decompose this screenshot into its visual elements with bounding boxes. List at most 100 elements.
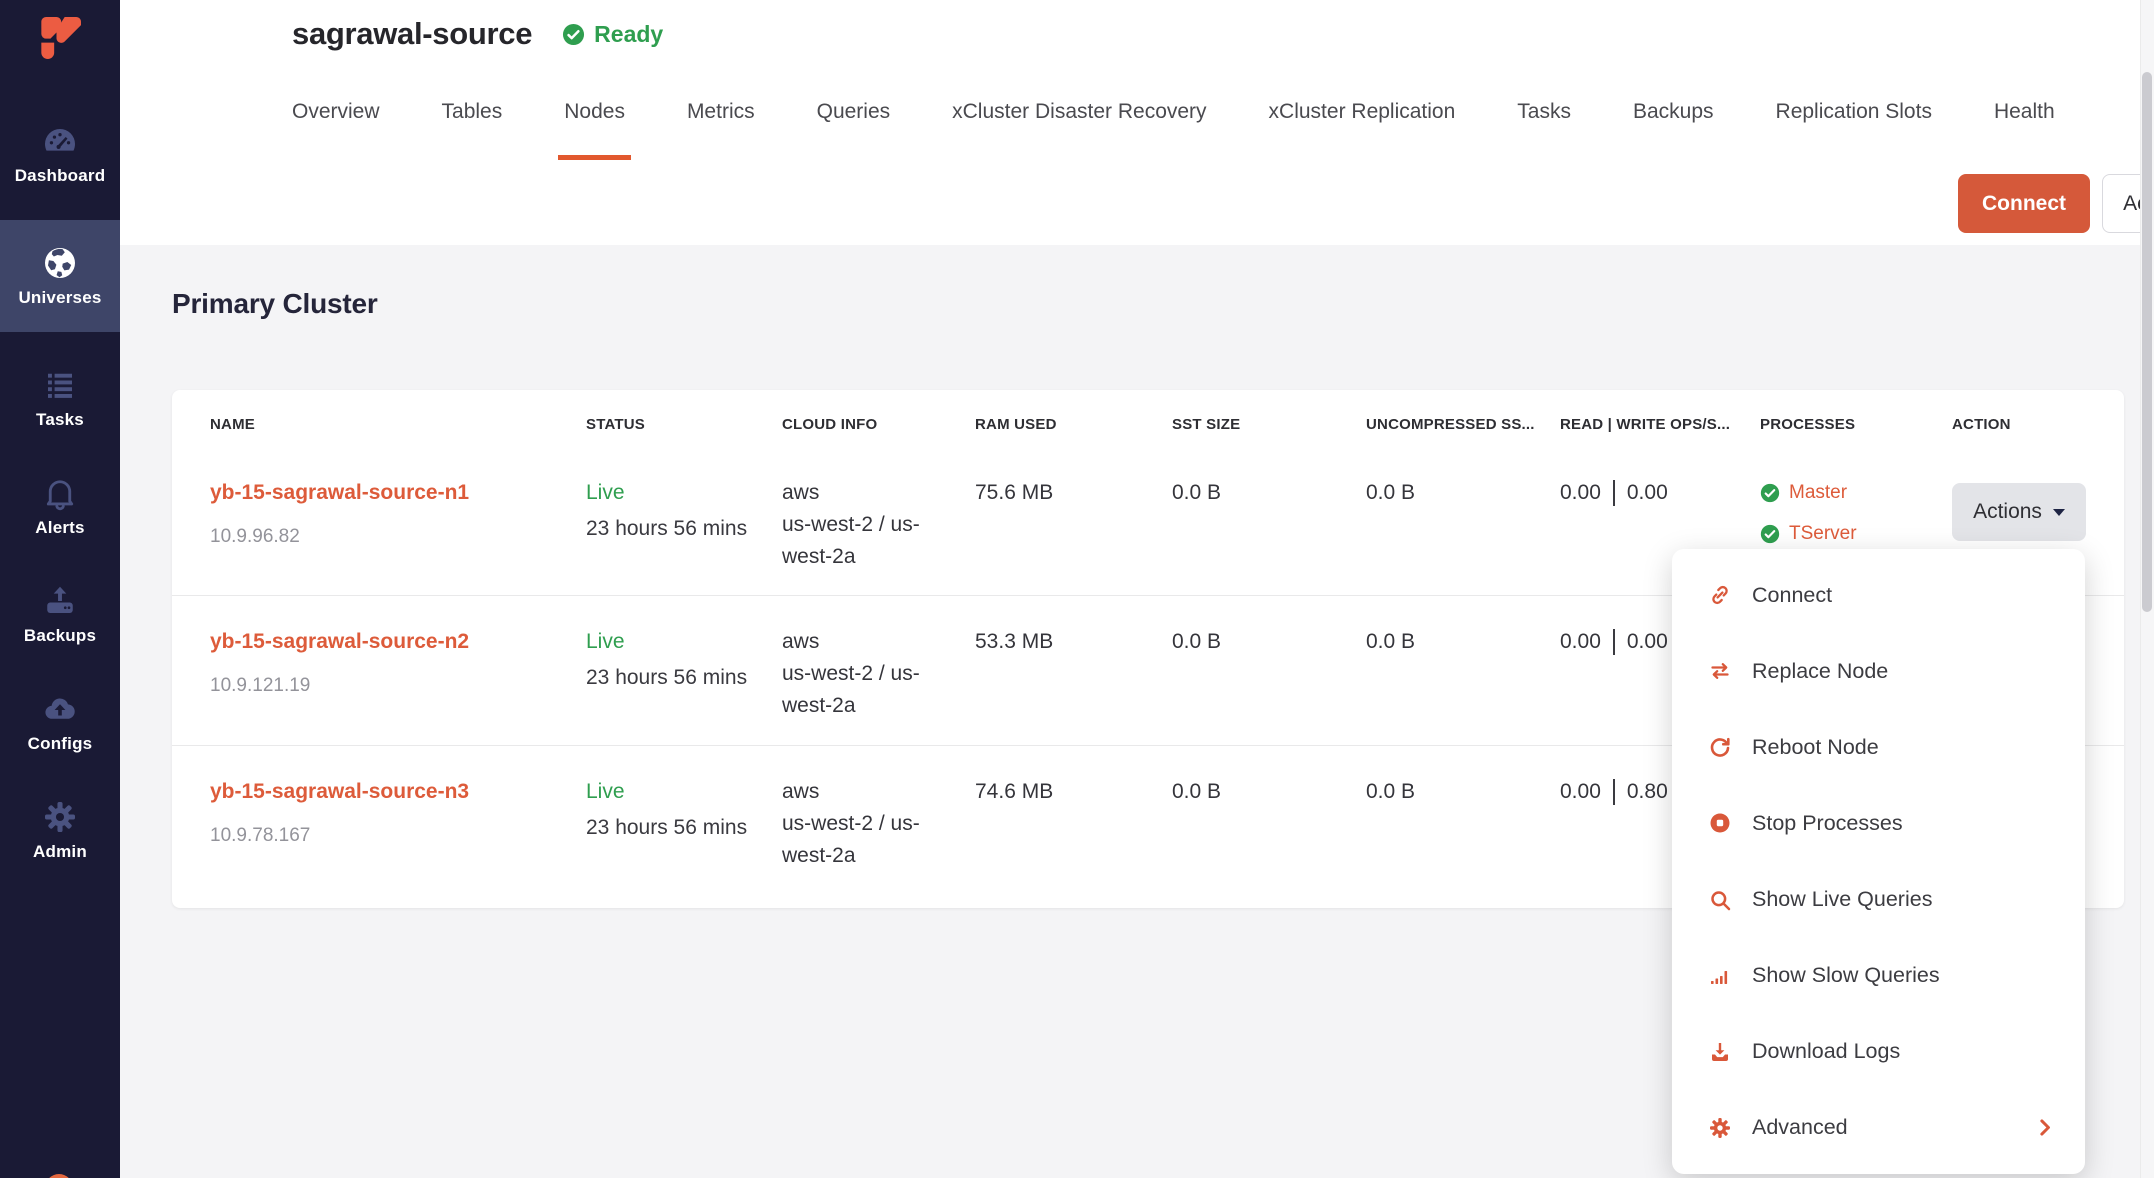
app-root: Dashboard Universes Tasks Alerts xyxy=(0,0,2154,1178)
node-name-cell: yb-15-sagrawal-source-n3 10.9.78.167 xyxy=(210,776,586,907)
read-ops: 0.00 xyxy=(1560,776,1601,808)
yugabyte-logo[interactable] xyxy=(0,0,120,70)
column-header-uncompressed[interactable]: UNCOMPRESSED SS... xyxy=(1366,416,1560,433)
write-ops: 0.00 xyxy=(1627,477,1668,509)
tab-metrics[interactable]: Metrics xyxy=(687,100,755,160)
column-header-read-write[interactable]: READ | WRITE OPS/S... xyxy=(1560,416,1760,433)
bar-chart-icon xyxy=(1708,964,1732,988)
tab-xcluster-disaster-recovery[interactable]: xCluster Disaster Recovery xyxy=(952,100,1206,160)
value-divider xyxy=(1613,480,1615,506)
node-region: us-west-2 / us-west-2a xyxy=(782,658,940,722)
menu-item-label: Stop Processes xyxy=(1752,811,1903,836)
node-name-link[interactable]: yb-15-sagrawal-source-n1 xyxy=(210,477,558,509)
sidebar-item-alerts[interactable]: Alerts xyxy=(0,464,120,548)
connect-button[interactable]: Connect xyxy=(1958,174,2090,233)
tab-tables[interactable]: Tables xyxy=(442,100,503,160)
sidebar-item-universes[interactable]: Universes xyxy=(0,220,120,332)
menu-item-connect[interactable]: Connect xyxy=(1672,557,2085,633)
sidebar-item-tasks[interactable]: Tasks xyxy=(0,356,120,440)
node-status-cell: Live 23 hours 56 mins xyxy=(586,776,782,907)
process-master: Master xyxy=(1760,477,1924,509)
sidebar-item-admin[interactable]: Admin xyxy=(0,788,120,872)
process-tserver: TServer xyxy=(1760,518,1924,550)
value-divider xyxy=(1613,779,1615,805)
search-icon xyxy=(1708,888,1732,912)
node-name-link[interactable]: yb-15-sagrawal-source-n3 xyxy=(210,776,558,808)
node-ip: 10.9.121.19 xyxy=(210,670,558,702)
node-cloud-cell: aws us-west-2 / us-west-2a xyxy=(782,477,975,595)
globe-icon xyxy=(42,245,78,281)
column-header-action[interactable]: ACTION xyxy=(1952,416,2086,433)
node-provider: aws xyxy=(782,626,947,658)
chevron-right-icon xyxy=(2034,1117,2055,1138)
process-link[interactable]: Master xyxy=(1789,477,1847,509)
tab-overview[interactable]: Overview xyxy=(292,100,380,160)
node-name-link[interactable]: yb-15-sagrawal-source-n2 xyxy=(210,626,558,658)
node-status: Live xyxy=(586,626,754,658)
sidebar-nav: Dashboard Universes Tasks Alerts xyxy=(0,112,120,872)
node-ip: 10.9.78.167 xyxy=(210,820,558,852)
tab-tasks[interactable]: Tasks xyxy=(1517,100,1571,160)
node-region: us-west-2 / us-west-2a xyxy=(782,808,940,872)
node-sst-size: 0.0 B xyxy=(1172,626,1366,745)
menu-item-reboot-node[interactable]: Reboot Node xyxy=(1672,709,2085,785)
column-header-name[interactable]: NAME xyxy=(210,416,586,433)
sidebar-item-configs[interactable]: Configs xyxy=(0,680,120,764)
column-header-cloud-info[interactable]: CLOUD INFO xyxy=(782,416,975,433)
menu-item-replace-node[interactable]: Replace Node xyxy=(1672,633,2085,709)
menu-item-stop-processes[interactable]: Stop Processes xyxy=(1672,785,2085,861)
node-name-cell: yb-15-sagrawal-source-n1 10.9.96.82 xyxy=(210,477,586,595)
sidebar-item-backups[interactable]: Backups xyxy=(0,572,120,656)
tab-xcluster-replication[interactable]: xCluster Replication xyxy=(1269,100,1456,160)
stop-icon xyxy=(1708,811,1732,835)
node-status: Live xyxy=(586,477,754,509)
page-header: sagrawal-source Ready Overview Tables No… xyxy=(120,0,2154,245)
reboot-icon xyxy=(1708,735,1732,759)
sidebar-item-dashboard[interactable]: Dashboard xyxy=(0,112,120,196)
node-ip: 10.9.96.82 xyxy=(210,521,558,553)
column-header-processes[interactable]: PROCESSES xyxy=(1760,416,1952,433)
link-icon xyxy=(1708,583,1732,607)
tab-replication-slots[interactable]: Replication Slots xyxy=(1776,100,1932,160)
menu-item-show-slow-queries[interactable]: Show Slow Queries xyxy=(1672,938,2085,1014)
node-uncompressed-size: 0.0 B xyxy=(1366,626,1560,745)
node-status: Live xyxy=(586,776,754,808)
menu-item-label: Reboot Node xyxy=(1752,735,1879,760)
menu-item-download-logs[interactable]: Download Logs xyxy=(1672,1014,2085,1090)
swap-arrows-icon xyxy=(1708,659,1732,683)
node-actions-button[interactable]: Actions xyxy=(1952,483,2086,541)
process-link[interactable]: TServer xyxy=(1789,518,1857,550)
column-header-ram-used[interactable]: RAM USED xyxy=(975,416,1172,433)
chat-widget-button[interactable] xyxy=(45,1174,73,1178)
read-ops: 0.00 xyxy=(1560,626,1601,658)
column-header-status[interactable]: STATUS xyxy=(586,416,782,433)
node-ram: 74.6 MB xyxy=(975,776,1172,907)
sidebar: Dashboard Universes Tasks Alerts xyxy=(0,0,120,1178)
menu-item-label: Show Live Queries xyxy=(1752,887,1932,912)
node-uptime: 23 hours 56 mins xyxy=(586,513,754,545)
node-cloud-cell: aws us-west-2 / us-west-2a xyxy=(782,776,975,907)
tab-queries[interactable]: Queries xyxy=(817,100,891,160)
menu-item-label: Download Logs xyxy=(1752,1039,1900,1064)
menu-item-show-live-queries[interactable]: Show Live Queries xyxy=(1672,862,2085,938)
scrollbar-thumb[interactable] xyxy=(2142,72,2152,612)
gear-icon xyxy=(1708,1116,1732,1140)
chevron-down-icon xyxy=(2053,509,2065,516)
scrollbar-track xyxy=(2140,0,2154,1178)
value-divider xyxy=(1613,629,1615,655)
tab-health[interactable]: Health xyxy=(1994,100,2055,160)
node-status-cell: Live 23 hours 56 mins xyxy=(586,626,782,745)
write-ops: 0.80 xyxy=(1627,776,1668,808)
tab-backups[interactable]: Backups xyxy=(1633,100,1714,160)
node-actions-label: Actions xyxy=(1973,500,2042,524)
sidebar-item-label: Admin xyxy=(33,842,87,862)
status-label: Ready xyxy=(594,21,663,48)
title-row: sagrawal-source Ready xyxy=(292,10,663,58)
tab-nodes[interactable]: Nodes xyxy=(564,100,625,160)
menu-item-advanced[interactable]: Advanced xyxy=(1672,1090,2085,1166)
table-header-row: NAME STATUS CLOUD INFO RAM USED SST SIZE… xyxy=(172,390,2124,447)
node-sst-size: 0.0 B xyxy=(1172,776,1366,907)
column-header-sst-size[interactable]: SST SIZE xyxy=(1172,416,1366,433)
node-ram: 53.3 MB xyxy=(975,626,1172,745)
menu-item-label: Advanced xyxy=(1752,1115,1848,1140)
